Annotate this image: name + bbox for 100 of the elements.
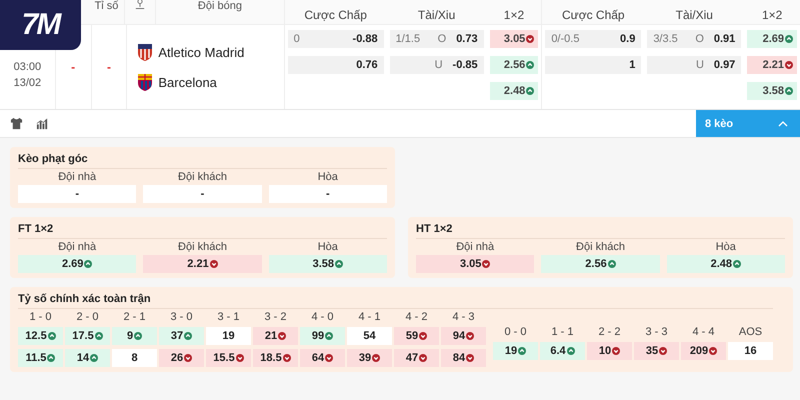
trend-up-icon bbox=[94, 332, 103, 340]
logo[interactable]: 7M bbox=[0, 0, 81, 50]
odds-cell[interactable]: 2.48 bbox=[666, 255, 785, 273]
odds-cell[interactable]: 99 bbox=[300, 327, 345, 345]
total-line: 1/1.5 bbox=[396, 33, 420, 45]
shirt-icon[interactable] bbox=[10, 117, 23, 130]
side-label: O bbox=[695, 33, 704, 45]
odds-cell[interactable]: 21 bbox=[253, 327, 298, 345]
odds-value: 1 bbox=[629, 59, 636, 71]
odds-cell[interactable]: 8 bbox=[112, 349, 157, 367]
bar-chart-icon[interactable] bbox=[36, 117, 49, 130]
odds-cell[interactable]: 17.5 bbox=[65, 327, 110, 345]
handicap-line: 0/-0.5 bbox=[551, 33, 580, 45]
odds-cell[interactable]: 3.05 bbox=[490, 30, 538, 48]
trend-up-icon bbox=[608, 260, 616, 268]
odds-cell[interactable]: 14 bbox=[65, 349, 110, 367]
panel-title: FT 1×2 bbox=[18, 223, 387, 239]
odds-cell[interactable]: - bbox=[18, 185, 136, 203]
odds-value: 10 bbox=[598, 345, 612, 357]
odds-cell[interactable]: 2.69 bbox=[18, 255, 136, 273]
trend-up-icon bbox=[184, 332, 192, 340]
column-header: Cược Chấp bbox=[304, 8, 367, 22]
odds-cell[interactable]: 0 -0.88 bbox=[288, 30, 384, 48]
odds-value: 47 bbox=[406, 352, 418, 364]
odds-cell[interactable]: 11.5 bbox=[18, 349, 63, 367]
score-label: 3 - 1 bbox=[216, 311, 240, 323]
odds-value: -0.85 bbox=[452, 59, 478, 71]
odds-cell[interactable]: 3.58 bbox=[268, 255, 387, 273]
odds-cell[interactable]: 47 bbox=[394, 349, 439, 367]
trend-up-icon bbox=[47, 354, 56, 362]
trend-up-icon bbox=[785, 87, 793, 95]
odds-cell[interactable]: 16 bbox=[728, 342, 773, 360]
odds-cell[interactable]: 94 bbox=[441, 327, 486, 345]
score-label: 4 - 1 bbox=[357, 311, 382, 323]
odds-value: 59 bbox=[406, 330, 418, 342]
odds-cell[interactable]: 64 bbox=[300, 349, 345, 367]
score-label: 2 - 2 bbox=[597, 326, 622, 338]
odds-cell[interactable]: 2.56 bbox=[490, 56, 538, 74]
odds-cell[interactable]: 2.21 bbox=[143, 255, 262, 273]
odds-cell[interactable]: - bbox=[143, 185, 262, 203]
odds-cell[interactable]: 84 bbox=[441, 349, 486, 367]
odds-value: 3.58 bbox=[762, 85, 784, 97]
score-label: AOS bbox=[738, 326, 764, 338]
trend-up-icon bbox=[566, 347, 575, 355]
odds-value: 2.69 bbox=[762, 33, 784, 45]
odds-cell[interactable]: 2.69 bbox=[747, 30, 797, 48]
odds-value: 17.5 bbox=[72, 330, 94, 342]
odds-cell[interactable]: 59 bbox=[394, 327, 439, 345]
odds-cell[interactable]: 19 bbox=[493, 342, 538, 360]
odds-cell[interactable]: 12.5 bbox=[18, 327, 63, 345]
odds-cell[interactable]: 9 bbox=[112, 327, 157, 345]
odds-value: 21 bbox=[264, 330, 278, 342]
odds-value: 64 bbox=[312, 352, 324, 364]
column-header: Cược Chấp bbox=[562, 8, 625, 22]
odds-value: 84 bbox=[452, 352, 466, 364]
odds-cell[interactable]: 2.56 bbox=[541, 255, 660, 273]
odds-cell[interactable]: 209 bbox=[681, 342, 726, 360]
odds-value: 2.48 bbox=[504, 85, 526, 97]
score-label: 3 - 0 bbox=[169, 311, 194, 323]
odds-cell[interactable]: - bbox=[268, 185, 387, 203]
odds-value: 0.9 bbox=[620, 33, 636, 45]
odds-cell[interactable]: 2.21 bbox=[747, 56, 797, 74]
odds-cell[interactable]: 18.5 bbox=[253, 349, 298, 367]
odds-cell[interactable]: 39 bbox=[347, 349, 392, 367]
odds-value: 18.5 bbox=[260, 352, 282, 364]
odds-cell[interactable]: 15.5 bbox=[206, 349, 251, 367]
odds-cell[interactable]: 1 bbox=[545, 56, 642, 74]
odds-cell[interactable]: 35 bbox=[634, 342, 679, 360]
odds-value: 209 bbox=[690, 345, 708, 357]
stadium-icon bbox=[135, 0, 146, 10]
option-label: Đội nhà bbox=[455, 241, 496, 253]
odds-value: 3.58 bbox=[312, 258, 334, 270]
odds-cell[interactable]: U 0.97 bbox=[647, 56, 742, 74]
odds-cell[interactable]: 6.4 bbox=[540, 342, 585, 360]
crest-icon bbox=[137, 72, 154, 92]
odds-value: 9 bbox=[126, 330, 134, 342]
trend-down-icon bbox=[482, 260, 490, 268]
trend-down-icon bbox=[466, 332, 474, 340]
odds-cell[interactable]: 26 bbox=[159, 349, 204, 367]
odds-cell[interactable]: 3.58 bbox=[747, 82, 797, 100]
trend-down-icon bbox=[325, 354, 334, 362]
odds-cell[interactable]: 1/1.5 O 0.73 bbox=[390, 30, 484, 48]
handicap-line: 0 bbox=[294, 33, 300, 45]
total-line: 3/3.5 bbox=[653, 33, 678, 45]
score-label: 1 - 1 bbox=[550, 326, 574, 338]
odds-cell[interactable]: 3/3.5 O 0.91 bbox=[647, 30, 742, 48]
crest-icon bbox=[137, 42, 154, 62]
odds-cell[interactable]: 3.05 bbox=[416, 255, 534, 273]
odds-cell[interactable]: 2.48 bbox=[490, 82, 538, 100]
trend-up-icon bbox=[48, 332, 56, 340]
odds-cell[interactable]: U -0.85 bbox=[390, 56, 484, 74]
score-label: 3 - 3 bbox=[644, 326, 668, 338]
odds-cell[interactable]: 37 bbox=[159, 327, 204, 345]
odds-cell[interactable]: 0.76 bbox=[288, 56, 384, 74]
odds-cell[interactable]: 0/-0.5 0.9 bbox=[545, 30, 642, 48]
odds-cell[interactable]: 19 bbox=[206, 327, 251, 345]
odds-cell[interactable]: 10 bbox=[587, 342, 632, 360]
odds-value: 12.5 bbox=[25, 330, 47, 342]
odds-cell[interactable]: 54 bbox=[347, 327, 392, 345]
odds-value: 0.91 bbox=[714, 33, 736, 45]
